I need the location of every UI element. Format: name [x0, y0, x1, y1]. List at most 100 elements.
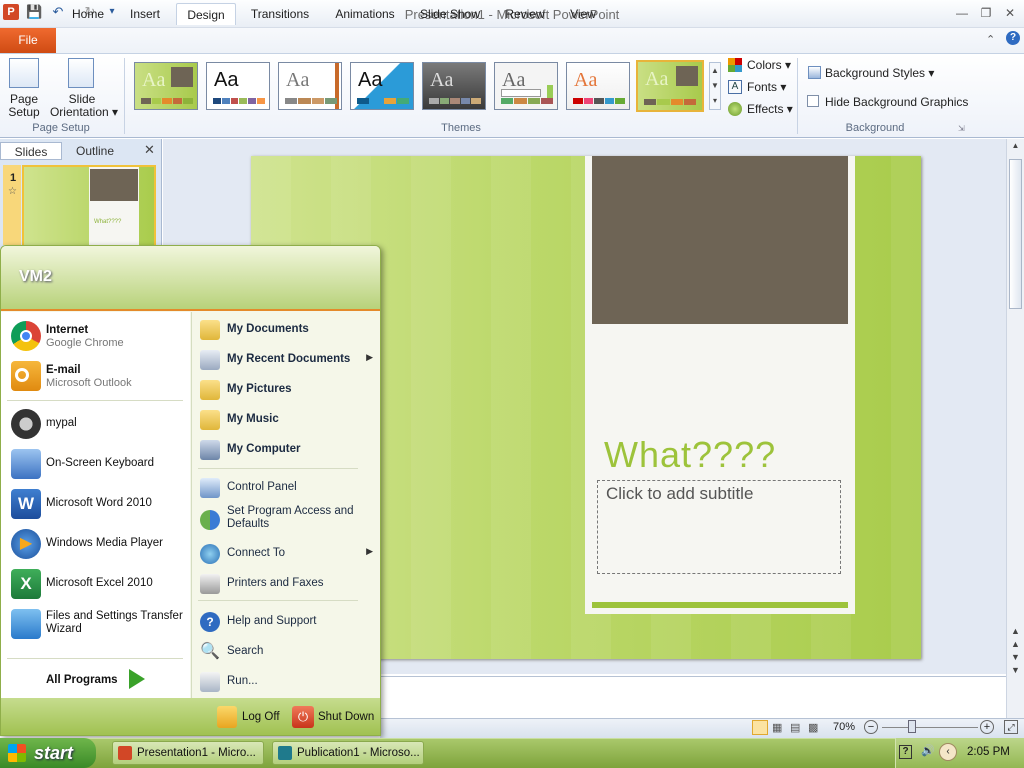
theme-thumbnail-4[interactable]: Aa	[350, 62, 414, 110]
zoom-level[interactable]: 70%	[833, 721, 855, 733]
tab-home[interactable]: Home	[64, 3, 112, 25]
minimize-ribbon-icon[interactable]: ⌃	[986, 33, 995, 46]
colors-icon[interactable]	[728, 58, 742, 72]
close-button[interactable]: ✕	[1000, 5, 1020, 21]
vertical-scrollbar[interactable]: ▲ ▲ ▲ ▼ ▼	[1006, 139, 1024, 719]
zoom-out-icon[interactable]: −	[864, 720, 878, 734]
scroll-up-icon[interactable]: ▲	[1008, 141, 1023, 155]
tab-view[interactable]: View	[562, 3, 604, 25]
restore-button[interactable]: ❐	[976, 5, 996, 21]
program-excel[interactable]: X Microsoft Excel 2010	[1, 564, 190, 604]
tray-help-icon[interactable]: ?	[899, 745, 912, 759]
slide-orientation-button[interactable]: Orientation ▾	[48, 106, 120, 119]
program-word[interactable]: W Microsoft Word 2010	[1, 484, 190, 524]
dialog-launcher-icon[interactable]: ⇲	[958, 124, 965, 133]
minimize-button[interactable]: —	[952, 5, 972, 21]
set-program-access[interactable]: Set Program Access and Defaults	[192, 504, 380, 536]
theme-thumbnail-6[interactable]: Aa	[494, 62, 558, 110]
start-button[interactable]: start	[0, 738, 96, 768]
colors-button[interactable]: Colors ▾	[747, 56, 791, 74]
run[interactable]: Run...	[192, 668, 380, 696]
tab-insert[interactable]: Insert	[120, 3, 170, 25]
my-music[interactable]: My Music	[192, 406, 380, 434]
fonts-button[interactable]: Fonts ▾	[747, 78, 786, 96]
scroll-buttons-icon[interactable]: ▲ ▲ ▼ ▼	[1008, 625, 1023, 685]
shut-down-button[interactable]: Shut Down	[318, 711, 374, 723]
program-excel-label: Microsoft Excel 2010	[46, 577, 153, 589]
zoom-in-icon[interactable]: +	[980, 720, 994, 734]
volume-icon[interactable]: 🔊	[921, 744, 935, 757]
effects-button[interactable]: Effects ▾	[747, 100, 793, 118]
tray-expand-icon[interactable]: ‹	[939, 743, 957, 761]
tab-design[interactable]: Design	[176, 3, 236, 25]
tab-file[interactable]: File	[0, 28, 56, 53]
fit-to-window-icon[interactable]: ⤢	[1004, 720, 1018, 734]
my-recent-documents[interactable]: My Recent Documents ▶	[192, 346, 380, 374]
theme-thumbnail-7[interactable]: Aa	[566, 62, 630, 110]
search[interactable]: 🔍 Search	[192, 638, 380, 666]
theme-thumbnail-3[interactable]: Aa	[278, 62, 342, 110]
close-pane-icon[interactable]: ✕	[144, 142, 155, 158]
tab-slides[interactable]: Slides	[0, 142, 62, 160]
zoom-slider[interactable]	[882, 727, 978, 728]
program-media-player[interactable]: ▶ Windows Media Player	[1, 524, 190, 564]
background-styles-icon[interactable]	[808, 66, 821, 79]
gallery-scroll[interactable]: ▲ ▼ ▾	[709, 62, 721, 110]
clock: 2:05 PM	[967, 746, 1010, 758]
tab-animations[interactable]: Animations	[327, 3, 403, 25]
printers-and-faxes[interactable]: Printers and Faxes	[192, 570, 380, 598]
pinned-email[interactable]: E-mail Microsoft Outlook	[1, 356, 190, 396]
run-icon	[200, 672, 220, 692]
hide-background-checkbox[interactable]	[807, 95, 819, 107]
globe-icon	[200, 544, 220, 564]
theme-thumbnail-office[interactable]: Aa	[206, 62, 270, 110]
log-off-icon[interactable]	[217, 706, 237, 728]
user-name: VM2	[19, 268, 52, 285]
slide-show-icon[interactable]: ▩	[808, 721, 818, 734]
connect-to[interactable]: Connect To ▶	[192, 540, 380, 568]
slide-thumbnail[interactable]: What????	[22, 165, 156, 250]
taskbar-item-powerpoint[interactable]: Presentation1 - Micro...	[112, 741, 264, 765]
theme-thumbnail-5[interactable]: Aa	[422, 62, 486, 110]
control-panel[interactable]: Control Panel	[192, 474, 380, 502]
background-styles-button[interactable]: Background Styles ▾	[825, 64, 934, 82]
help-and-support[interactable]: ? Help and Support	[192, 608, 380, 636]
taskbar-item-publisher[interactable]: Publication1 - Microso...	[272, 741, 424, 765]
printers-and-faxes-label: Printers and Faxes	[227, 577, 324, 589]
my-pictures[interactable]: My Pictures	[192, 376, 380, 404]
my-computer[interactable]: My Computer	[192, 436, 380, 464]
fonts-icon[interactable]: A	[728, 80, 742, 94]
run-label: Run...	[227, 675, 258, 687]
effects-icon[interactable]	[728, 102, 742, 116]
program-transfer-wizard[interactable]: Files and Settings Transfer Wizard	[1, 604, 190, 648]
slide-sorter-icon[interactable]: ▦	[772, 721, 782, 734]
log-off-button[interactable]: Log Off	[242, 711, 280, 723]
theme-thumbnail-selected[interactable]: Aa	[636, 60, 704, 112]
start-menu-header	[1, 246, 380, 311]
slide-title[interactable]: What????	[604, 434, 776, 476]
theme-thumbnail-1[interactable]: Aa	[134, 62, 198, 110]
subtitle-placeholder[interactable]: Click to add subtitle	[597, 480, 841, 574]
tab-transitions[interactable]: Transitions	[244, 3, 316, 25]
help-icon[interactable]: ?	[1006, 31, 1020, 45]
shut-down-icon[interactable]: ⏻	[292, 706, 314, 728]
transfer-wizard-icon	[11, 609, 41, 639]
scroll-thumb[interactable]	[1009, 159, 1022, 309]
page-setup-icon[interactable]	[9, 58, 39, 88]
pinned-internet[interactable]: Internet Google Chrome	[1, 316, 190, 356]
tab-slide-show[interactable]: Slide Show	[414, 3, 486, 25]
slide-orientation-icon[interactable]	[68, 58, 94, 88]
zoom-slider-thumb[interactable]	[908, 720, 916, 733]
my-documents-label: My Documents	[227, 323, 309, 335]
program-on-screen-keyboard[interactable]: On-Screen Keyboard	[1, 444, 190, 484]
tab-review[interactable]: Review	[498, 3, 552, 25]
my-documents[interactable]: My Documents	[192, 316, 380, 344]
program-mypal[interactable]: mypal	[1, 404, 190, 444]
all-programs-arrow-icon[interactable]	[129, 669, 145, 689]
normal-view-icon[interactable]	[752, 720, 768, 735]
page-setup-button[interactable]: Page Setup	[4, 93, 44, 119]
all-programs-button[interactable]: All Programs	[46, 674, 118, 686]
tab-outline[interactable]: Outline	[63, 142, 127, 160]
reading-view-icon[interactable]: ▤	[790, 721, 800, 734]
themes-group-label: Themes	[441, 122, 481, 134]
